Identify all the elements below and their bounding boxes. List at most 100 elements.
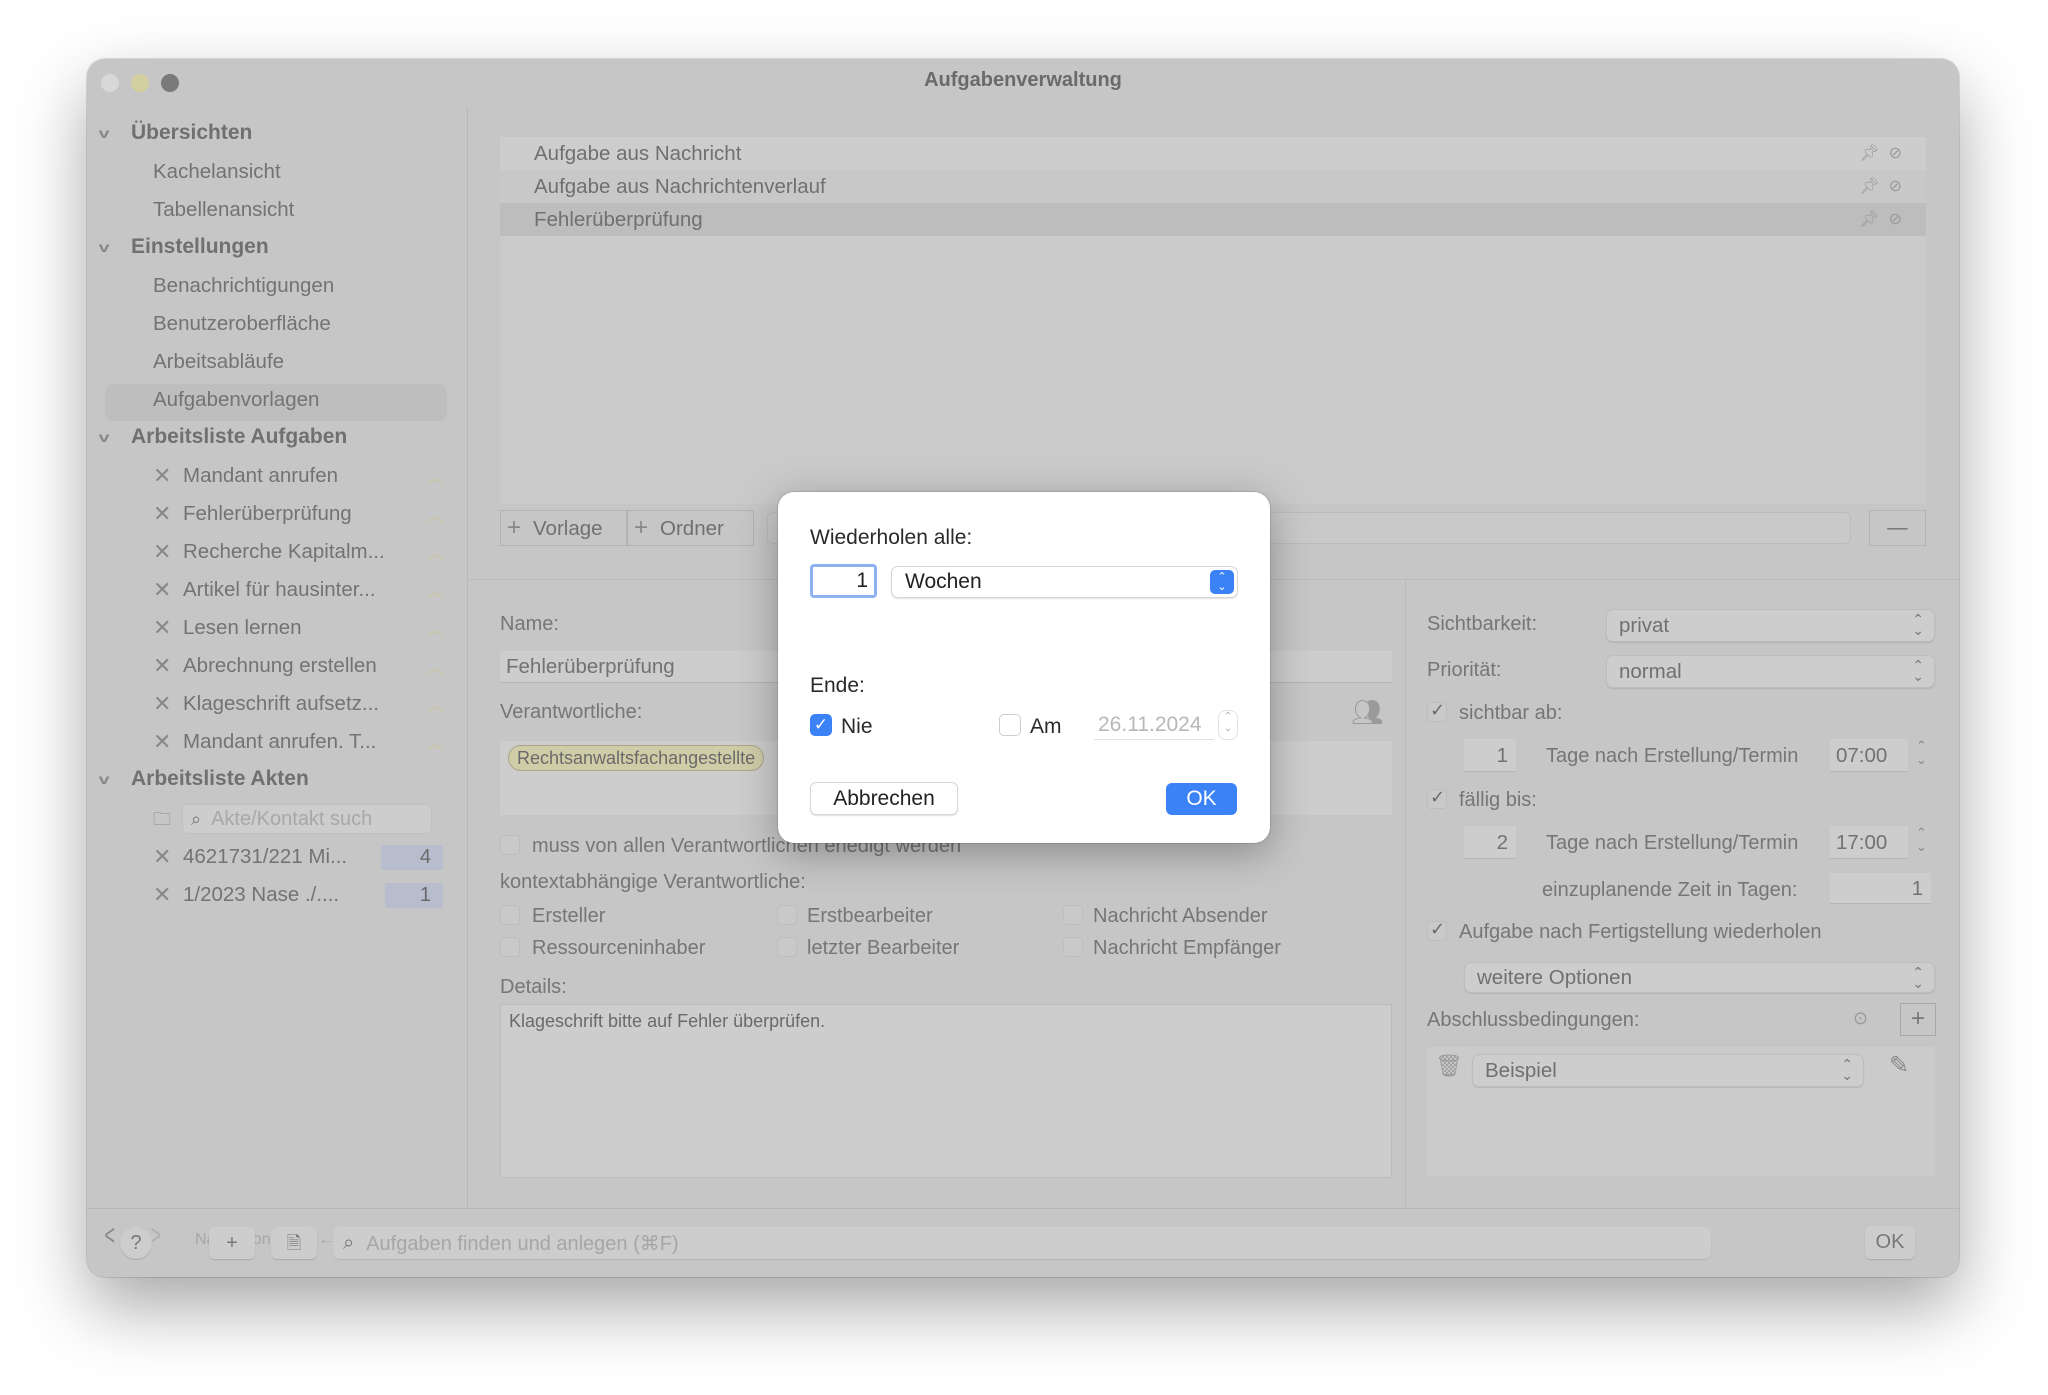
remove-icon[interactable]: ✕ [153, 615, 183, 641]
completion-list: 🗑︎ Beispiel ⌃ ⌄ ✎ [1427, 1047, 1935, 1176]
sidebar-task-item[interactable]: ✕ Fehlerüberprüfung ︿ [153, 501, 443, 527]
add-completion-button[interactable]: + [1900, 1003, 1936, 1036]
end-date-field[interactable]: 26.11.2024 [1094, 710, 1214, 740]
add-task-button[interactable]: + [209, 1227, 255, 1259]
sidebar-section-einstellungen[interactable]: v Einstellungen [99, 235, 269, 259]
sidebar-akte-item[interactable]: ✕ 1/2023 Nase ./.... 1 [153, 882, 443, 908]
interval-field[interactable]: 1 [810, 564, 877, 598]
repeat-checkbox[interactable] [1427, 919, 1447, 941]
sidebar-item-benachrichtigungen[interactable]: Benachrichtigungen [153, 274, 334, 298]
never-checkbox[interactable]: ✓ [810, 714, 832, 736]
due-checkbox[interactable] [1427, 787, 1447, 809]
checkbox-nachricht-absender[interactable] [1063, 905, 1083, 925]
chevron-down-icon: v [98, 239, 110, 255]
checkbox-ressourceninhaber[interactable] [500, 937, 520, 957]
sidebar-task-item[interactable]: ✕ Recherche Kapitalm... ︿ [153, 539, 443, 565]
planned-time-label: einzuplanende Zeit in Tagen: [1542, 879, 1798, 901]
sidebar-section-uebersichten[interactable]: v Übersichten [99, 121, 253, 145]
visible-from-time-field[interactable]: 07:00 [1830, 739, 1908, 772]
help-button[interactable]: ? [120, 1227, 152, 1259]
more-options-select[interactable]: weitere Optionen ⌃ ⌄ [1464, 962, 1935, 993]
akten-search-field[interactable]: ⌕ Akte/Kontakt such [182, 804, 432, 834]
updown-chevron-icon: ⌃ ⌄ [1210, 570, 1234, 594]
sidebar-task-item[interactable]: ✕ Artikel für hausinter... ︿ [153, 577, 443, 603]
checkbox-ersteller[interactable] [500, 905, 520, 925]
sidebar-item-kachelansicht[interactable]: Kachelansicht [153, 160, 281, 184]
time-stepper[interactable]: ⌃ ⌄ [1916, 739, 1927, 767]
sidebar-item-arbeitsablaeufe[interactable]: Arbeitsabläufe [153, 350, 284, 374]
pin-icon[interactable]: 📌︎ [1859, 178, 1879, 195]
cancel-button[interactable]: Abbrechen [810, 782, 958, 815]
add-folder-button[interactable]: + Ordner [627, 510, 754, 546]
eye-slash-icon[interactable]: ⊘ [1889, 211, 1902, 228]
chevron-up-icon[interactable]: ︿ [427, 540, 443, 564]
ok-button[interactable]: OK [1865, 1226, 1915, 1259]
chevron-up-icon[interactable]: ︿ [427, 692, 443, 716]
all-must-complete-checkbox[interactable] [500, 835, 520, 855]
dialog-ok-button[interactable]: OK [1166, 783, 1237, 815]
pin-icon[interactable]: 📌︎ [1859, 145, 1879, 162]
remove-icon[interactable]: ✕ [153, 653, 183, 679]
visibility-select[interactable]: privat ⌃ ⌄ [1606, 609, 1935, 642]
template-row[interactable]: Aufgabe aus Nachrichtenverlauf 📌︎ ⊘ [500, 170, 1926, 203]
template-row-selected[interactable]: Fehlerüberprüfung 📌︎ ⊘ [500, 203, 1926, 236]
sidebar-item-benutzeroberflaeche[interactable]: Benutzeroberfläche [153, 312, 331, 336]
due-days-field[interactable]: 2 [1464, 826, 1516, 859]
template-row[interactable]: Aufgabe aus Nachricht 📌︎ ⊘ [500, 137, 1926, 170]
eye-slash-icon[interactable]: ⊘ [1889, 145, 1902, 162]
trash-icon[interactable]: 🗑︎ [1435, 1053, 1463, 1079]
sidebar-task-item[interactable]: ✕ Mandant anrufen ︿ [153, 463, 443, 489]
new-from-template-button[interactable]: 🗎 [271, 1227, 317, 1259]
priority-select[interactable]: normal ⌃ ⌄ [1606, 655, 1935, 688]
checkbox-nachricht-empfaenger[interactable] [1063, 937, 1083, 957]
completion-select[interactable]: Beispiel ⌃ ⌄ [1472, 1054, 1864, 1087]
remove-icon[interactable]: ✕ [153, 577, 183, 603]
sidebar-task-item[interactable]: ✕ Lesen lernen ︿ [153, 615, 443, 641]
pencil-icon[interactable]: ✎ [1889, 1051, 1909, 1080]
sidebar-item-aufgabenvorlagen[interactable]: Aufgabenvorlagen [153, 388, 319, 412]
due-time-field[interactable]: 17:00 [1830, 826, 1908, 859]
sidebar-section-arbeitsliste-akten[interactable]: v Arbeitsliste Akten [99, 767, 309, 791]
add-folder-icon[interactable]: 🗀 [153, 807, 171, 837]
chevron-up-icon[interactable]: ︿ [427, 616, 443, 640]
updown-chevron-icon: ⌃ ⌄ [1912, 657, 1924, 684]
remove-icon[interactable]: ✕ [153, 463, 183, 489]
on-date-checkbox[interactable] [999, 714, 1021, 736]
sidebar-task-item[interactable]: ✕ Mandant anrufen. T... ︿ [153, 729, 443, 755]
planned-time-field[interactable]: 1 [1830, 873, 1931, 904]
chevron-up-icon[interactable]: ︿ [427, 578, 443, 602]
remove-icon[interactable]: ✕ [153, 691, 183, 717]
remove-icon[interactable]: ✕ [153, 882, 183, 908]
search-icon: ⌕ [343, 1231, 355, 1254]
remove-icon[interactable]: ✕ [153, 501, 183, 527]
unit-select[interactable]: Wochen ⌃ ⌄ [891, 566, 1238, 598]
sidebar-section-arbeitsliste-aufgaben[interactable]: v Arbeitsliste Aufgaben [99, 425, 348, 449]
pin-icon[interactable]: 📌︎ [1859, 211, 1879, 228]
add-template-button[interactable]: + Vorlage [500, 510, 627, 546]
add-person-icon[interactable]: 👥︎ [1351, 697, 1384, 728]
checkbox-erstbearbeiter[interactable] [777, 905, 797, 925]
remove-template-button[interactable]: — [1869, 510, 1926, 546]
task-search-field[interactable]: ⌕ Aufgaben finden und anlegen (⌘F) [333, 1227, 1711, 1259]
details-textarea[interactable]: Klageschrift bitte auf Fehler überprüfen… [500, 1004, 1392, 1178]
chevron-up-icon[interactable]: ︿ [427, 502, 443, 526]
remove-icon[interactable]: ✕ [153, 844, 183, 870]
visible-from-days-field[interactable]: 1 [1464, 739, 1516, 772]
chevron-up-icon[interactable]: ︿ [427, 654, 443, 678]
sidebar-akte-item[interactable]: ✕ 4621731/221 Mi... 4 [153, 844, 443, 870]
checkbox-letzter-bearbeiter[interactable] [777, 937, 797, 957]
visible-from-label: sichtbar ab: [1459, 702, 1563, 724]
date-stepper[interactable]: ⌃ ⌄ [1218, 710, 1238, 740]
sidebar-task-item[interactable]: ✕ Abrechnung erstellen ︿ [153, 653, 443, 679]
chevron-up-icon[interactable]: ︿ [427, 730, 443, 754]
chevron-up-icon[interactable]: ︿ [427, 464, 443, 488]
visible-from-checkbox[interactable] [1427, 700, 1447, 722]
sidebar-task-item[interactable]: ✕ Klageschrift aufsetz... ︿ [153, 691, 443, 717]
sidebar-item-tabellenansicht[interactable]: Tabellenansicht [153, 198, 294, 222]
more-circle-icon[interactable]: ⊙ [1853, 1008, 1868, 1029]
time-stepper[interactable]: ⌃ ⌄ [1916, 826, 1927, 854]
responsible-token[interactable]: Rechtsanwaltsfachangestellte [508, 745, 765, 771]
eye-slash-icon[interactable]: ⊘ [1889, 178, 1902, 195]
remove-icon[interactable]: ✕ [153, 539, 183, 565]
remove-icon[interactable]: ✕ [153, 729, 183, 755]
